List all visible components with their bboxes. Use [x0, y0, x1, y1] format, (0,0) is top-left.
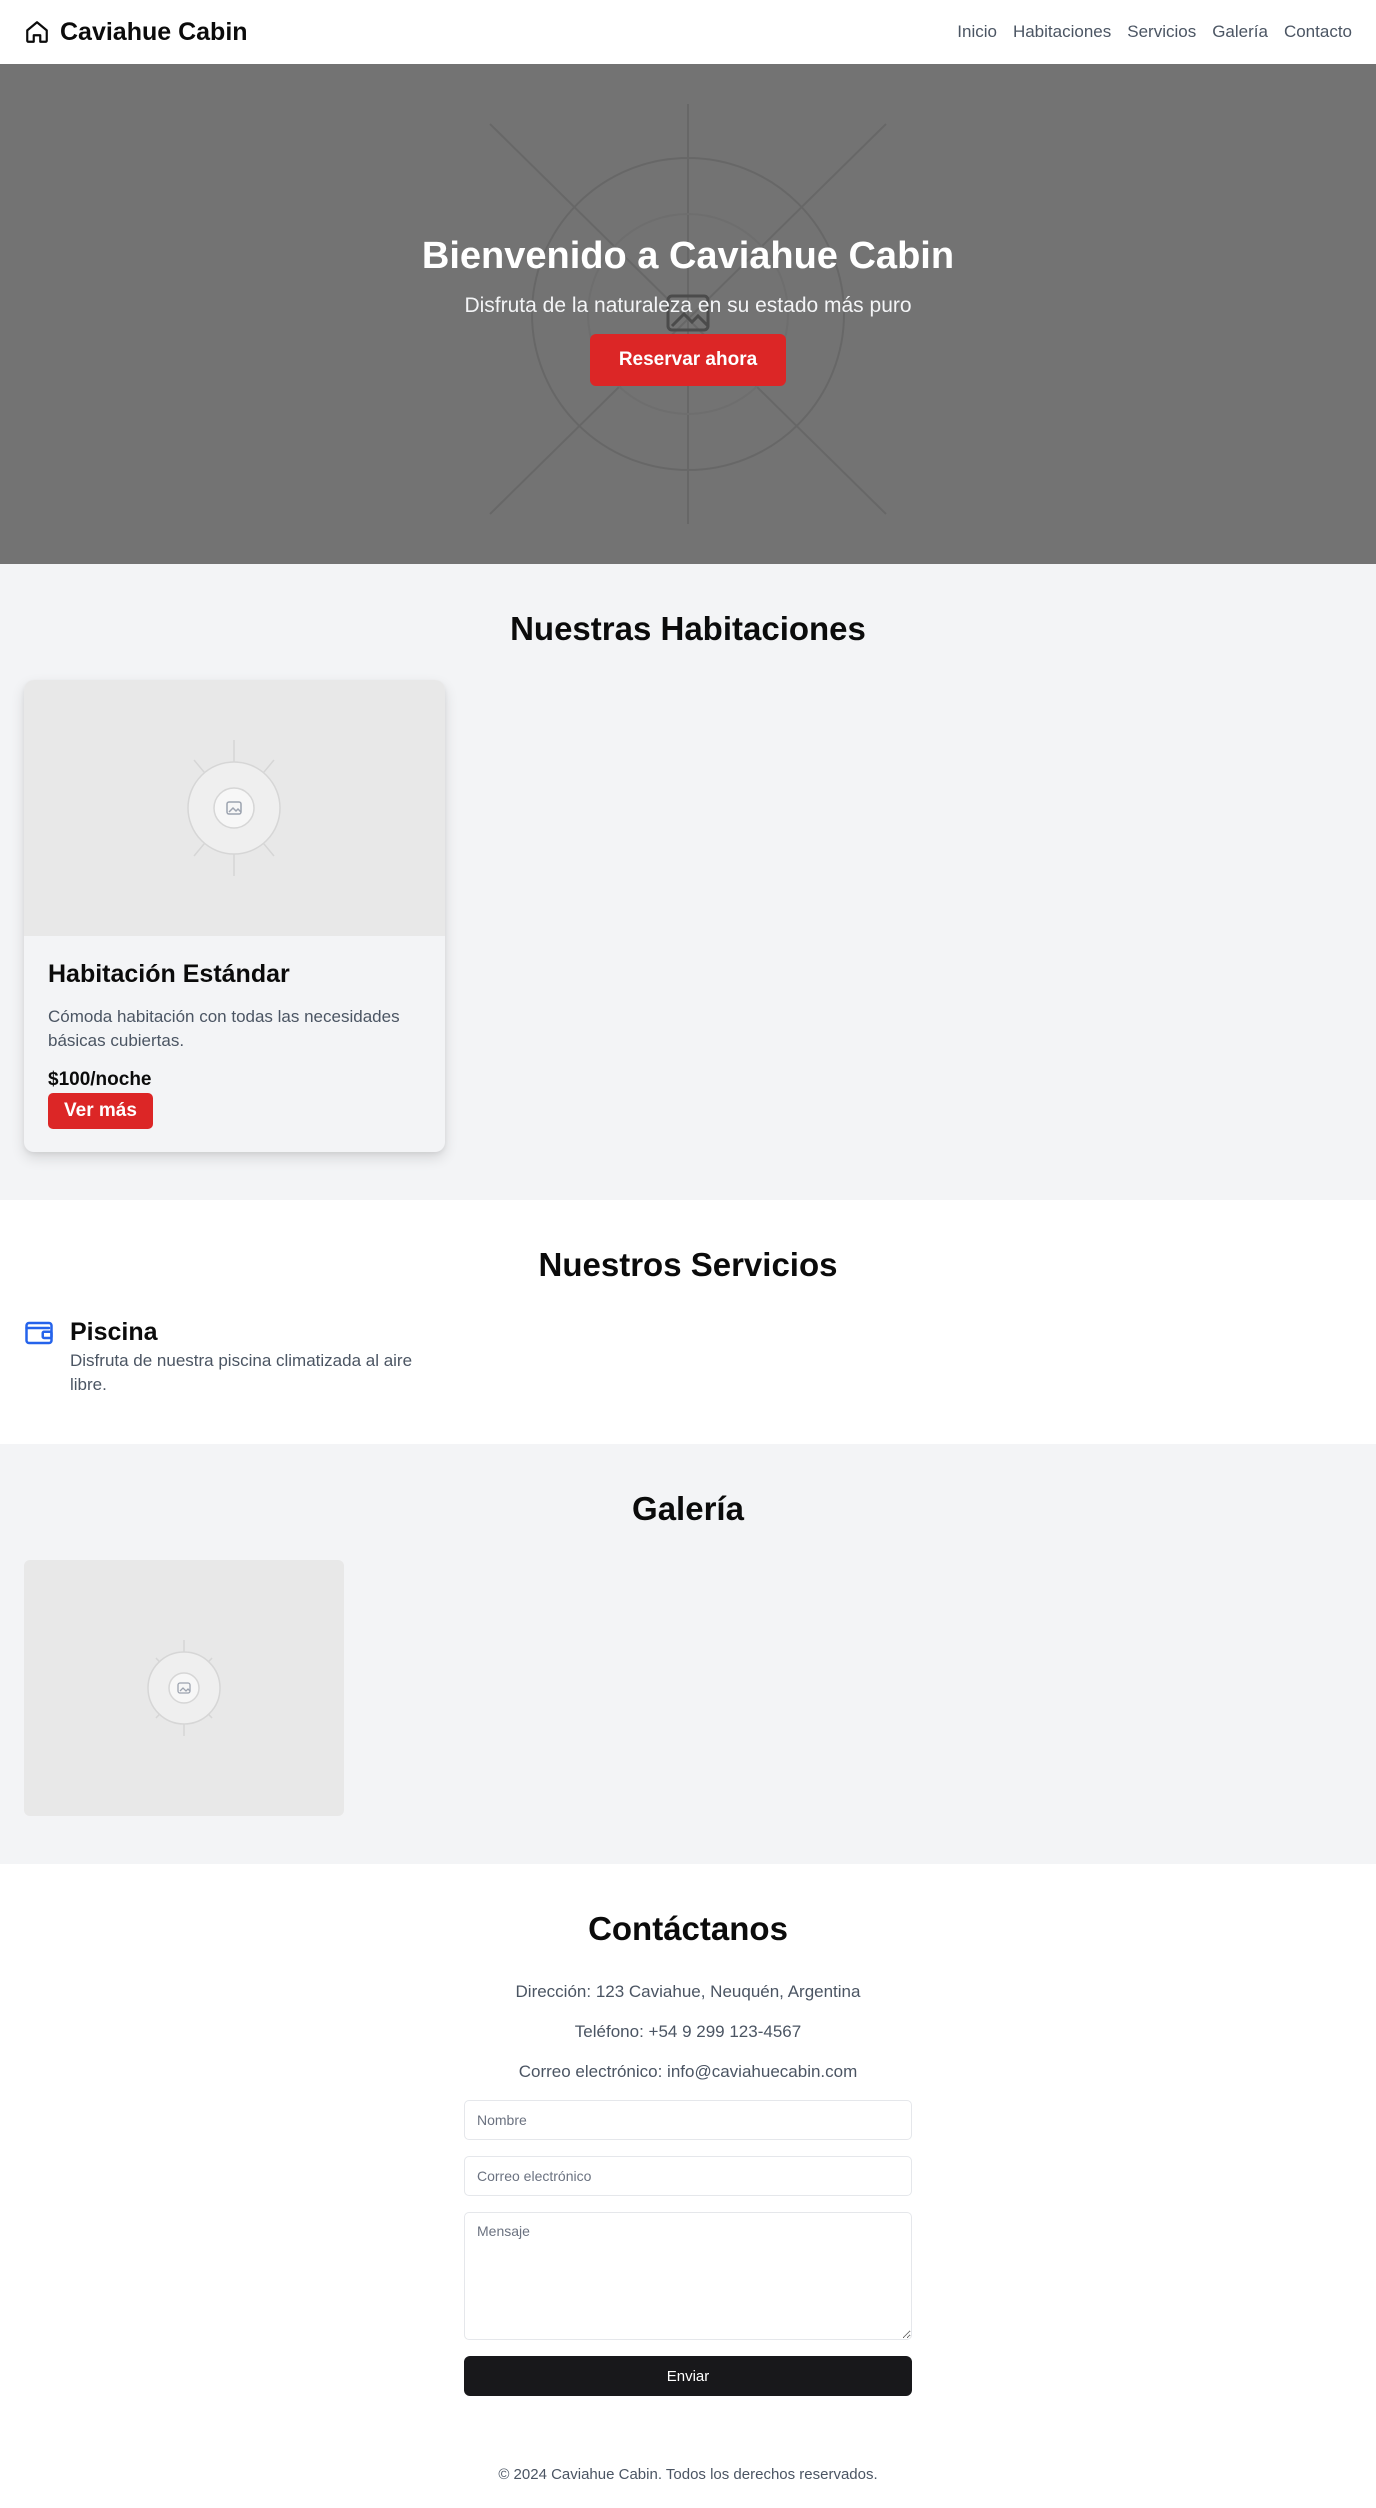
contact-title: Contáctanos — [588, 1910, 788, 1947]
site-header: Caviahue Cabin Inicio Habitaciones Servi… — [0, 0, 1376, 64]
home-icon — [26, 21, 48, 43]
room-name: Habitación Estándar — [48, 960, 290, 988]
footer-copyright: © 2024 Caviahue Cabin. Todos los derecho… — [498, 2466, 878, 2483]
contact-phone: Teléfono: +54 9 299 123-4567 — [574, 2022, 802, 2041]
nav-link-servicios[interactable]: Servicios — [1127, 22, 1196, 42]
services-title: Nuestros Servicios — [538, 1246, 838, 1283]
rooms-title: Nuestras Habitaciones — [510, 610, 866, 647]
room-description: Cómoda habitación con todas las necesida… — [48, 1007, 400, 1050]
see-more-button[interactable]: Ver más — [48, 1093, 153, 1129]
image-placeholder-icon — [147, 1640, 221, 1736]
nav-link-contacto[interactable]: Contacto — [1284, 22, 1352, 42]
name-field[interactable] — [464, 2100, 912, 2140]
service-item: Piscina Disfruta de nuestra piscina clim… — [24, 1318, 440, 1397]
room-image — [24, 680, 445, 936]
wallet-icon — [25, 1321, 53, 1345]
image-placeholder-icon — [187, 740, 281, 876]
room-card: Habitación Estándar Cómoda habitación co… — [24, 680, 445, 1152]
hero-subtitle: Disfruta de la naturaleza en su estado m… — [464, 293, 912, 317]
send-button[interactable]: Enviar — [464, 2356, 912, 2396]
brand[interactable]: Caviahue Cabin — [24, 18, 248, 47]
hero-section: Bienvenido a Caviahue Cabin Disfruta de … — [0, 64, 1376, 564]
message-field[interactable] — [464, 2212, 912, 2340]
gallery-image[interactable] — [24, 1560, 344, 1816]
nav-link-galeria[interactable]: Galería — [1212, 22, 1268, 42]
room-card-body: Habitación Estándar Cómoda habitación co… — [48, 960, 428, 1129]
contact-address: Dirección: 123 Caviahue, Neuquén, Argent… — [515, 1982, 861, 2001]
service-name: Piscina — [70, 1318, 158, 1346]
service-description: Disfruta de nuestra piscina climatizada … — [70, 1351, 413, 1394]
main-nav: Inicio Habitaciones Servicios Galería Co… — [957, 22, 1352, 42]
gallery-title: Galería — [632, 1490, 744, 1527]
nav-link-habitaciones[interactable]: Habitaciones — [1013, 22, 1111, 42]
hero-content: Bienvenido a Caviahue Cabin Disfruta de … — [0, 234, 1376, 386]
room-price: $100/noche — [48, 1069, 152, 1090]
hero-title: Bienvenido a Caviahue Cabin — [421, 235, 955, 277]
reserve-now-button[interactable]: Reservar ahora — [590, 333, 786, 386]
brand-name: Caviahue Cabin — [60, 17, 248, 46]
contact-email: Correo electrónico: info@caviahuecabin.c… — [518, 2062, 858, 2081]
email-field[interactable] — [464, 2156, 912, 2196]
service-text: Piscina Disfruta de nuestra piscina clim… — [70, 1318, 440, 1397]
nav-link-inicio[interactable]: Inicio — [957, 22, 997, 42]
